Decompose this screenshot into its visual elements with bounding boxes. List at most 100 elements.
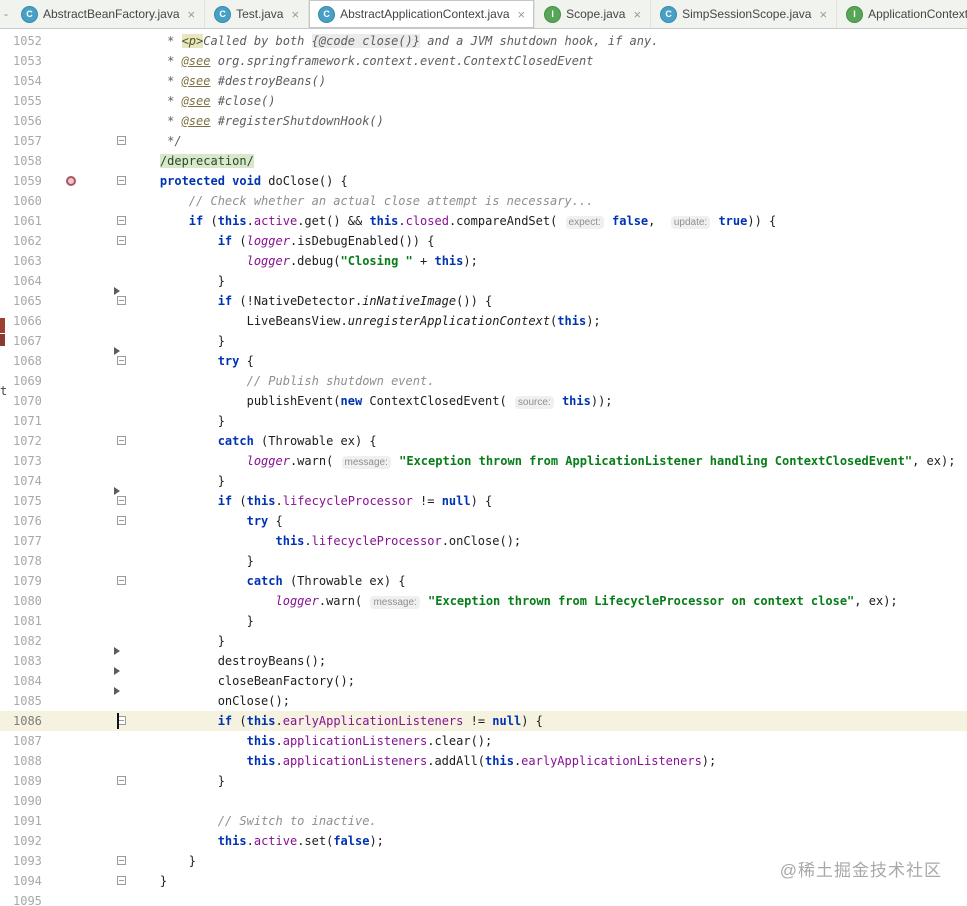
line-number[interactable]: 1077 <box>0 531 55 551</box>
line-number[interactable]: 1093 <box>0 851 55 871</box>
code-line[interactable]: 1068 try { <box>0 347 967 371</box>
line-number[interactable]: 1069 <box>0 371 55 391</box>
fold-arrow-icon[interactable] <box>114 287 120 295</box>
editor-tab[interactable]: I Scope.java × <box>535 0 652 28</box>
code-line[interactable]: 1053 * @see org.springframework.context.… <box>0 51 967 71</box>
code-line[interactable]: 1061 if (this.active.get() && this.close… <box>0 211 967 231</box>
fold-toggle-icon[interactable] <box>117 876 126 885</box>
code-line[interactable]: 1094 } <box>0 871 967 891</box>
fold-arrow-icon[interactable] <box>114 347 120 355</box>
code-line[interactable]: 1088 this.applicationListeners.addAll(th… <box>0 751 967 771</box>
code-line[interactable]: 1063 logger.debug("Closing " + this); <box>0 251 967 271</box>
code-line[interactable]: 1072 catch (Throwable ex) { <box>0 431 967 451</box>
line-number[interactable]: 1062 <box>0 231 55 251</box>
line-number[interactable]: 1090 <box>0 791 55 811</box>
line-number[interactable]: 1088 <box>0 751 55 771</box>
fold-toggle-icon[interactable] <box>117 136 126 145</box>
code-line[interactable]: 1073 logger.warn( message: "Exception th… <box>0 451 967 471</box>
line-number[interactable]: 1080 <box>0 591 55 611</box>
line-number[interactable]: 1081 <box>0 611 55 631</box>
line-number[interactable]: 1056 <box>0 111 55 131</box>
fold-toggle-icon[interactable] <box>117 496 126 505</box>
code-line[interactable]: 1065 if (!NativeDetector.inNativeImage()… <box>0 287 967 311</box>
line-number[interactable]: 1060 <box>0 191 55 211</box>
line-number[interactable]: 1068 <box>0 351 55 371</box>
line-number[interactable]: 1067 <box>0 331 55 351</box>
line-number[interactable]: 1071 <box>0 411 55 431</box>
fold-toggle-icon[interactable] <box>117 856 126 865</box>
code-line[interactable]: 1071 } <box>0 411 967 431</box>
tab-close-icon[interactable]: × <box>633 8 641 21</box>
line-number[interactable]: 1063 <box>0 251 55 271</box>
code-line[interactable]: 1090 <box>0 791 967 811</box>
line-number[interactable]: 1089 <box>0 771 55 791</box>
tab-close-icon[interactable]: × <box>188 8 196 21</box>
line-number[interactable]: 1061 <box>0 211 55 231</box>
line-number[interactable]: 1066 <box>0 311 55 331</box>
code-line[interactable]: 1060 // Check whether an actual close at… <box>0 191 967 211</box>
code-line[interactable]: 1054 * @see #destroyBeans() <box>0 71 967 91</box>
code-line[interactable]: 1087 this.applicationListeners.clear(); <box>0 731 967 751</box>
fold-toggle-icon[interactable] <box>117 236 126 245</box>
line-number[interactable]: 1078 <box>0 551 55 571</box>
code-line[interactable]: 1055 * @see #close() <box>0 91 967 111</box>
line-number[interactable]: 1074 <box>0 471 55 491</box>
line-number[interactable]: 1058 <box>0 151 55 171</box>
line-number[interactable]: 1075 <box>0 491 55 511</box>
line-number[interactable]: 1073 <box>0 451 55 471</box>
code-line[interactable]: 1082 } <box>0 631 967 651</box>
line-number[interactable]: 1085 <box>0 691 55 711</box>
editor-tab[interactable]: C AbstractBeanFactory.java × <box>12 0 206 28</box>
code-line[interactable]: 1059 protected void doClose() { <box>0 171 967 191</box>
fold-toggle-icon[interactable] <box>117 436 126 445</box>
code-line[interactable]: 1086 if (this.earlyApplicationListeners … <box>0 711 967 731</box>
code-line[interactable]: 1077 this.lifecycleProcessor.onClose(); <box>0 531 967 551</box>
code-line[interactable]: 1083 destroyBeans(); <box>0 647 967 671</box>
line-number[interactable]: 1076 <box>0 511 55 531</box>
code-line[interactable]: 1057 */ <box>0 131 967 151</box>
code-line[interactable]: 1064 } <box>0 271 967 291</box>
editor-tab[interactable]: IApplicationContext.java× <box>837 0 967 28</box>
fold-toggle-icon[interactable] <box>117 776 126 785</box>
line-number[interactable]: 1072 <box>0 431 55 451</box>
line-number[interactable]: 1083 <box>0 651 55 671</box>
line-number[interactable]: 1082 <box>0 631 55 651</box>
code-editor[interactable]: 1052 * <p>Called by both {@code close()}… <box>0 29 967 906</box>
code-line[interactable]: 1089 } <box>0 771 967 791</box>
fold-arrow-icon[interactable] <box>114 667 120 675</box>
code-line[interactable]: 1058 /deprecation/ <box>0 151 967 171</box>
code-line[interactable]: 1069 // Publish shutdown event. <box>0 371 967 391</box>
line-number[interactable]: 1095 <box>0 891 55 906</box>
code-line[interactable]: 1078 } <box>0 551 967 571</box>
editor-tab[interactable]: C Test.java × <box>205 0 310 28</box>
fold-toggle-icon[interactable] <box>117 296 126 305</box>
gutter-marker-icon[interactable] <box>66 176 76 186</box>
line-number[interactable]: 1064 <box>0 271 55 291</box>
code-line[interactable]: 1085 onClose(); <box>0 687 967 711</box>
code-line[interactable]: 1079 catch (Throwable ex) { <box>0 571 967 591</box>
code-line[interactable]: 1067 } <box>0 331 967 351</box>
line-number[interactable]: 1094 <box>0 871 55 891</box>
line-number[interactable]: 1070 <box>0 391 55 411</box>
line-number[interactable]: 1059 <box>0 171 55 191</box>
code-line[interactable]: 1074 } <box>0 471 967 491</box>
code-line[interactable]: 1062 if (logger.isDebugEnabled()) { <box>0 231 967 251</box>
code-line[interactable]: 1076 try { <box>0 511 967 531</box>
code-line[interactable]: 1056 * @see #registerShutdownHook() <box>0 111 967 131</box>
fold-toggle-icon[interactable] <box>117 176 126 185</box>
line-number[interactable]: 1079 <box>0 571 55 591</box>
code-line[interactable]: 1084 closeBeanFactory(); <box>0 667 967 691</box>
tab-close-icon[interactable]: × <box>819 8 827 21</box>
fold-arrow-icon[interactable] <box>114 647 120 655</box>
tab-close-icon[interactable]: × <box>518 8 526 21</box>
line-number[interactable]: 1065 <box>0 291 55 311</box>
line-number[interactable]: 1087 <box>0 731 55 751</box>
line-number[interactable]: 1053 <box>0 51 55 71</box>
line-number[interactable]: 1092 <box>0 831 55 851</box>
editor-tab[interactable]: C AbstractApplicationContext.java × <box>309 0 536 28</box>
fold-arrow-icon[interactable] <box>114 487 120 495</box>
code-line[interactable]: 1070 publishEvent(new ContextClosedEvent… <box>0 391 967 411</box>
line-number[interactable]: 1057 <box>0 131 55 151</box>
code-line[interactable]: 1091 // Switch to inactive. <box>0 811 967 831</box>
line-number[interactable]: 1091 <box>0 811 55 831</box>
